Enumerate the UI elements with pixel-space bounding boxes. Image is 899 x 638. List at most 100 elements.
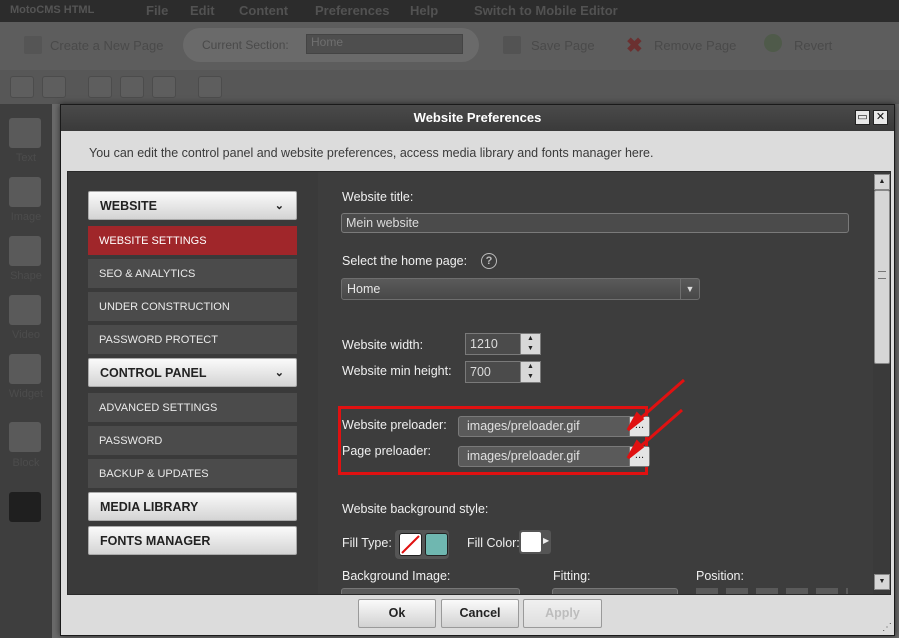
ok-button[interactable]: Ok: [358, 599, 436, 628]
position-grid[interactable]: [696, 588, 848, 594]
fill-color-picker[interactable]: ▶: [519, 530, 551, 554]
arrow-down-icon[interactable]: ▼: [521, 372, 540, 382]
nav-header-control-panel[interactable]: CONTROL PANEL ⌄: [88, 358, 297, 387]
website-min-height-value: 700: [470, 365, 491, 379]
menu-file[interactable]: File: [146, 3, 168, 18]
duplicate-icon[interactable]: [152, 76, 176, 98]
fill-color-swatch: [521, 532, 541, 552]
content-scrollbar[interactable]: ▲ ▼: [873, 172, 890, 594]
create-page-button[interactable]: Create a New Page: [50, 38, 163, 53]
website-title-label: Website title:: [342, 190, 414, 204]
save-page-button[interactable]: Save Page: [531, 38, 595, 53]
chevron-right-icon: ▶: [543, 536, 550, 545]
widget-tool-icon[interactable]: [9, 354, 41, 384]
nav-item-password-protect[interactable]: PASSWORD PROTECT: [88, 325, 297, 355]
website-preloader-value: images/preloader.gif: [467, 419, 580, 433]
menu-help[interactable]: Help: [410, 3, 438, 18]
home-page-value: Home: [347, 282, 381, 296]
fitting-label: Fitting:: [553, 569, 591, 583]
apply-button[interactable]: Apply: [523, 599, 602, 628]
website-width-label: Website width:: [342, 338, 424, 352]
widget-tool-label: Widget: [8, 388, 44, 400]
menu-switch-mobile[interactable]: Switch to Mobile Editor: [474, 3, 618, 18]
close-icon[interactable]: ✕: [873, 110, 888, 125]
remove-page-button[interactable]: Remove Page: [654, 38, 736, 53]
nav-item-under-construction[interactable]: UNDER CONSTRUCTION: [88, 292, 297, 322]
nav-item-seo-analytics[interactable]: SEO & ANALYTICS: [88, 259, 297, 289]
stepper-arrows[interactable]: ▲ ▼: [520, 362, 540, 382]
app-logo: MotoCMS HTML: [10, 4, 95, 16]
website-width-stepper[interactable]: 1210 ▲ ▼: [465, 333, 541, 355]
nav-header-media-library[interactable]: MEDIA LIBRARY: [88, 492, 297, 521]
color-tool-icon[interactable]: [9, 492, 41, 522]
undo-icon[interactable]: [10, 76, 34, 98]
copy-icon[interactable]: [88, 76, 112, 98]
nav-header-website[interactable]: WEBSITE ⌄: [88, 191, 297, 220]
fitting-select[interactable]: [552, 588, 678, 594]
home-page-select[interactable]: Home ▼: [341, 278, 700, 300]
menu-bar: MotoCMS HTML File Edit Content Preferenc…: [0, 0, 899, 22]
video-tool-label: Video: [12, 329, 40, 341]
image-tool-label: Image: [10, 211, 42, 223]
website-preloader-label: Website preloader:: [342, 418, 447, 432]
revert-icon: [764, 34, 782, 52]
fill-type-label: Fill Type:: [342, 536, 392, 550]
remove-icon: ✖: [626, 35, 643, 57]
nav-item-password[interactable]: PASSWORD: [88, 426, 297, 456]
home-page-label: Select the home page:: [342, 254, 468, 268]
no-fill-icon: [401, 535, 420, 554]
arrow-up-icon[interactable]: ▲: [521, 334, 540, 344]
fill-color-label: Fill Color:: [467, 536, 520, 550]
chevron-down-icon: ⌄: [274, 200, 284, 212]
nav-item-website-settings[interactable]: WEBSITE SETTINGS: [88, 226, 297, 256]
arrow-up-icon[interactable]: ▲: [521, 362, 540, 372]
text-tool-icon[interactable]: [9, 118, 41, 148]
scrollbar-thumb[interactable]: [874, 190, 890, 364]
resize-grip-icon[interactable]: ⋰: [882, 622, 892, 633]
scroll-down-icon[interactable]: ▼: [874, 574, 890, 590]
revert-button[interactable]: Revert: [794, 38, 832, 53]
website-preferences-dialog: Website Preferences ▭ ✕ You can edit the…: [60, 104, 895, 636]
image-tool-icon[interactable]: [9, 177, 41, 207]
page-preloader-value: images/preloader.gif: [467, 449, 580, 463]
menu-edit[interactable]: Edit: [190, 3, 215, 18]
help-icon[interactable]: ?: [481, 253, 497, 269]
shape-tool-label: Shape: [10, 270, 42, 282]
paste-icon[interactable]: [120, 76, 144, 98]
website-min-height-stepper[interactable]: 700 ▲ ▼: [465, 361, 541, 383]
website-width-value: 1210: [470, 337, 498, 351]
create-page-icon: [24, 36, 42, 54]
grip-icon: [878, 271, 886, 279]
stepper-arrows[interactable]: ▲ ▼: [520, 334, 540, 354]
background-style-label: Website background style:: [342, 502, 489, 516]
current-section-select[interactable]: Home: [306, 34, 463, 54]
dialog-title: Website Preferences: [61, 105, 894, 131]
settings-content: Website title: Mein website Select the h…: [320, 172, 870, 594]
nav-header-fonts-manager[interactable]: FONTS MANAGER: [88, 526, 297, 555]
website-min-height-label: Website min height:: [342, 364, 452, 378]
video-tool-icon[interactable]: [9, 295, 41, 325]
fill-solid-swatch[interactable]: [425, 533, 448, 556]
nav-item-advanced-settings[interactable]: ADVANCED SETTINGS: [88, 393, 297, 423]
page-preloader-label: Page preloader:: [342, 444, 431, 458]
save-icon: [503, 36, 521, 54]
fill-none-swatch[interactable]: [399, 533, 422, 556]
magnet-icon[interactable]: [198, 76, 222, 98]
maximize-icon[interactable]: ▭: [855, 110, 870, 125]
chevron-down-icon: ▼: [680, 279, 699, 299]
menu-preferences[interactable]: Preferences: [315, 3, 389, 18]
scroll-up-icon[interactable]: ▲: [874, 174, 890, 190]
secondary-toolbar: [0, 70, 899, 104]
text-tool-label: Text: [15, 152, 37, 164]
arrow-down-icon[interactable]: ▼: [521, 344, 540, 354]
block-tool-icon[interactable]: [9, 422, 41, 452]
website-title-input[interactable]: Mein website: [341, 213, 849, 233]
redo-icon[interactable]: [42, 76, 66, 98]
chevron-down-icon: ⌄: [274, 367, 284, 379]
nav-header-control-panel-label: CONTROL PANEL: [100, 366, 207, 380]
cancel-button[interactable]: Cancel: [441, 599, 519, 628]
shape-tool-icon[interactable]: [9, 236, 41, 266]
background-image-input[interactable]: [341, 588, 520, 594]
nav-item-backup-updates[interactable]: BACKUP & UPDATES: [88, 459, 297, 489]
menu-content[interactable]: Content: [239, 3, 288, 18]
